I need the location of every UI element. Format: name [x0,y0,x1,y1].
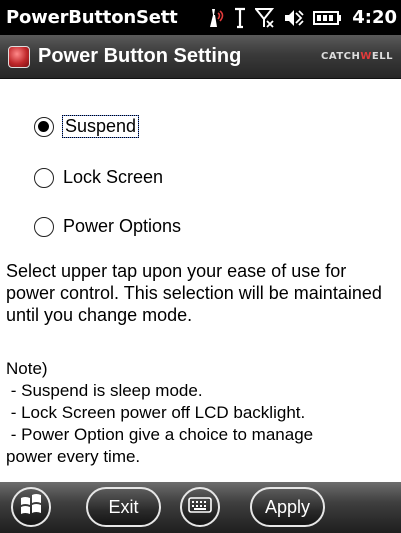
note-line: - Suspend is sleep mode. [6,381,203,400]
title-bar: Power Button Setting CATCHWELL [0,35,401,79]
power-options-label[interactable]: Power Options [63,216,181,237]
keyboard-icon [188,496,212,519]
status-bar: PowerButtonSett 4:20 [0,0,401,35]
suspend-radio[interactable] [34,116,54,137]
description-text: Select upper tap upon your ease of use f… [6,261,382,325]
note-heading: Note) [6,359,48,378]
exit-label: Exit [108,496,139,517]
note-line: - Power Option give a choice to manage [6,425,314,444]
lock-screen-radio[interactable] [34,167,54,188]
page-title: Power Button Setting [38,45,242,67]
option-power-options[interactable]: Power Options [34,216,181,237]
clock[interactable]: 4:20 [352,7,397,28]
connectivity-icon[interactable] [205,7,225,29]
battery-icon[interactable] [313,7,342,29]
volume-icon[interactable] [284,7,304,29]
note-line: - Lock Screen power off LCD backlight. [6,403,306,422]
windows-start-icon [19,493,43,521]
power-options-radio[interactable] [34,216,54,237]
note-line: power every time. [6,447,141,466]
exit-button[interactable]: Exit [86,487,161,527]
start-button[interactable] [11,487,51,527]
apply-button[interactable]: Apply [250,487,325,527]
settings-content: Suspend Lock Screen Power Options Select… [0,80,401,480]
apply-label: Apply [264,496,311,517]
lock-screen-label[interactable]: Lock Screen [63,167,163,188]
power-button-app-icon [8,45,30,68]
catchwell-logo: CATCHWELL [321,51,393,62]
suspend-label[interactable]: Suspend [61,115,140,138]
notes-block: Note) - Suspend is sleep mode. - Lock Sc… [6,358,400,468]
bottom-toolbar: Exit Apply [0,482,401,533]
no-signal-icon[interactable] [255,7,275,29]
option-lock-screen[interactable]: Lock Screen [34,167,163,188]
status-icons: 4:20 [205,7,397,29]
keyboard-button[interactable] [180,487,220,527]
signal-antenna-icon[interactable] [234,7,246,29]
option-suspend[interactable]: Suspend [34,115,140,138]
status-app-title: PowerButtonSett [6,7,178,28]
